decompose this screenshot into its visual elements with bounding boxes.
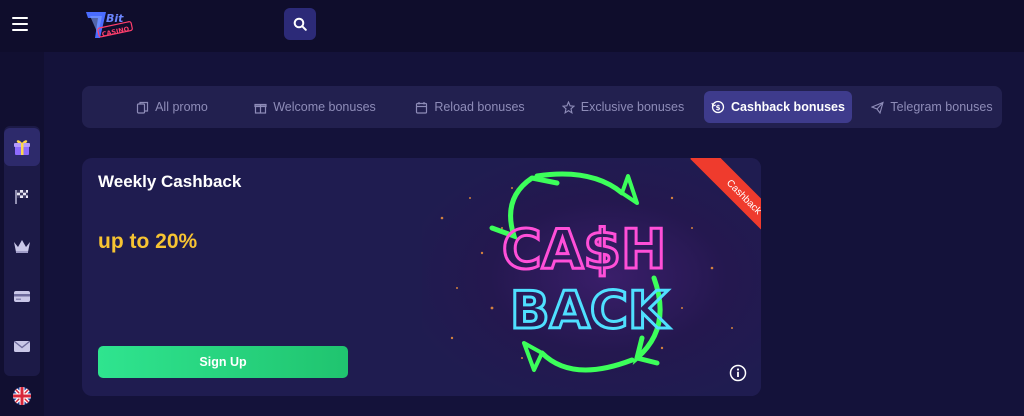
tab-cashback-bonuses[interactable]: $ Cashback bonuses (704, 91, 852, 123)
sidebar-item-contact[interactable] (4, 327, 40, 365)
ribbon-label: Cashback (690, 158, 761, 248)
uk-flag-icon (13, 387, 31, 405)
art-text-line2: BACK (510, 281, 670, 341)
hamburger-menu-icon[interactable] (12, 17, 28, 31)
sidebar-item-vip[interactable] (4, 227, 40, 265)
tab-label: Exclusive bonuses (580, 100, 685, 114)
bit-casino-logo[interactable]: Bit CASINO (84, 8, 142, 44)
tab-label: Welcome bonuses (273, 100, 376, 114)
promo-card-weekly-cashback: CA$H BACK Weekly Cashback up to 20% Sign… (82, 158, 761, 396)
calendar-icon (416, 101, 428, 114)
envelope-icon (14, 340, 30, 352)
paper-plane-icon (871, 101, 885, 114)
tab-reload-bonuses[interactable]: Reload bonuses (416, 91, 525, 123)
gift-icon (14, 140, 30, 155)
sidebar-item-language[interactable] (4, 377, 40, 415)
tab-exclusive-bonuses[interactable]: Exclusive bonuses (561, 91, 685, 123)
tab-welcome-bonuses[interactable]: Welcome bonuses (254, 91, 376, 123)
cashback-ribbon: Cashback (671, 158, 761, 248)
star-icon (561, 100, 575, 114)
crown-icon (14, 240, 30, 253)
sign-up-button[interactable]: Sign Up (98, 346, 348, 378)
sidebar-item-payments[interactable] (4, 277, 40, 315)
tab-label: All promo (155, 100, 208, 114)
svg-text:$: $ (716, 104, 721, 112)
gift-icon (254, 103, 267, 114)
tab-label: Reload bonuses (434, 100, 525, 114)
promo-title: Weekly Cashback (98, 172, 242, 191)
tab-label: Cashback bonuses (731, 100, 845, 114)
sidebar-item-promotions[interactable] (4, 128, 40, 166)
top-header: Bit CASINO (0, 0, 1024, 52)
tab-telegram-bonuses[interactable]: Telegram bonuses (871, 91, 993, 123)
cashback-icon: $ (711, 100, 725, 114)
tab-all-promo[interactable]: All promo (122, 91, 222, 123)
copy-icon (136, 101, 149, 114)
racing-flag-icon (15, 190, 28, 204)
payment-card-icon (14, 291, 30, 302)
tab-label: Telegram bonuses (890, 100, 993, 114)
art-text-line1: CA$H (502, 218, 666, 281)
info-icon[interactable] (729, 364, 747, 382)
promo-amount: up to 20% (98, 230, 198, 253)
sidebar-item-sports[interactable] (4, 177, 40, 215)
promo-category-tabs: All promo Welcome bonuses Reload bonuses… (82, 86, 1002, 128)
search-icon (293, 17, 307, 31)
search-button[interactable] (284, 8, 316, 40)
left-sidebar (0, 52, 44, 416)
